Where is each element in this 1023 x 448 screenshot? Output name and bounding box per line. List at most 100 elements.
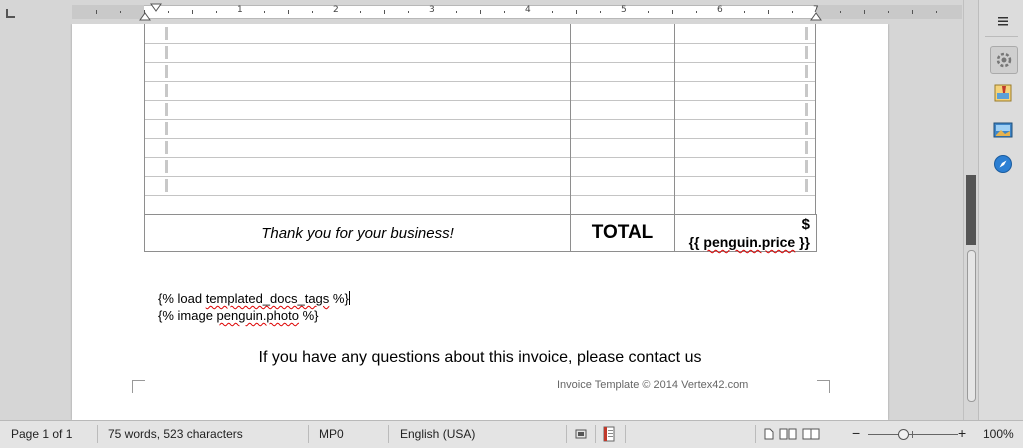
- ruler-tick: [888, 11, 889, 13]
- ruler-tick: [264, 11, 265, 13]
- word-count[interactable]: 75 words, 523 characters: [108, 427, 243, 441]
- table-row[interactable]: [144, 24, 816, 44]
- total-price-cell[interactable]: $ {{ penguin.price }}: [675, 215, 815, 251]
- ruler-tick: [864, 10, 865, 14]
- table-row[interactable]: [144, 138, 816, 158]
- price-placeholder: {{ penguin.price }}: [689, 234, 810, 250]
- status-bar: Page 1 of 1 75 words, 523 characters MP0…: [0, 420, 1023, 448]
- ruler-tick: [312, 11, 313, 13]
- cell-marker: [165, 46, 168, 59]
- ruler-tick: [648, 11, 649, 13]
- ruler-tick: [936, 11, 937, 13]
- cell-marker: [805, 65, 808, 78]
- ruler-tick: [792, 11, 793, 13]
- ruler-tick: [600, 11, 601, 13]
- table-row[interactable]: [144, 81, 816, 101]
- selection-mode-icon[interactable]: [575, 428, 589, 443]
- ruler-tick: [912, 10, 913, 14]
- cell-marker: [805, 103, 808, 116]
- cell-marker: [165, 122, 168, 135]
- navigator-icon[interactable]: [990, 151, 1016, 177]
- cell-marker: [165, 141, 168, 154]
- price-variable: penguin.price: [703, 234, 796, 250]
- table-row[interactable]: [144, 176, 816, 196]
- single-page-view-icon[interactable]: [764, 428, 774, 443]
- ruler-number: 4: [525, 5, 531, 15]
- document-page[interactable]: Thank you for your business! TOTAL $ {{ …: [72, 24, 888, 420]
- table-row[interactable]: [144, 43, 816, 63]
- ruler-tick: [504, 11, 505, 13]
- first-line-indent-marker[interactable]: [150, 3, 162, 13]
- properties-icon[interactable]: [990, 46, 1018, 74]
- table-border-left: [144, 24, 145, 214]
- status-separator: [97, 425, 98, 443]
- cell-marker: [805, 84, 808, 97]
- scrollbar-marker[interactable]: [966, 175, 976, 245]
- cell-marker: [165, 84, 168, 97]
- price-suffix: }}: [795, 234, 810, 250]
- document-workspace[interactable]: Thank you for your business! TOTAL $ {{ …: [0, 24, 963, 420]
- ruler-right-margin: [816, 5, 962, 19]
- cell-marker: [805, 27, 808, 40]
- status-separator: [595, 425, 596, 443]
- footer-margin-corner-right: [817, 380, 830, 393]
- tag-load-close: %}: [329, 291, 349, 306]
- cell-marker: [805, 179, 808, 192]
- tag-image-open: {% image: [158, 308, 217, 323]
- ruler-tick: [672, 10, 673, 14]
- ruler-tick: [360, 11, 361, 13]
- sidebar-divider: [985, 36, 1018, 37]
- zoom-in-button[interactable]: +: [958, 425, 966, 441]
- ruler-number: 3: [429, 5, 435, 15]
- contact-text[interactable]: If you have any questions about this inv…: [72, 349, 888, 367]
- footer-credit[interactable]: Invoice Template © 2014 Vertex42.com: [557, 379, 748, 391]
- template-tag-load[interactable]: {% load templated_docs_tags %}: [158, 291, 350, 306]
- ruler-tick: [192, 10, 193, 14]
- scrollbar-thumb[interactable]: [967, 250, 976, 402]
- book-view-icon[interactable]: [802, 428, 820, 443]
- ruler-tick: [96, 10, 97, 14]
- horizontal-ruler[interactable]: 1234567: [0, 0, 963, 24]
- total-row[interactable]: Thank you for your business! TOTAL $ {{ …: [144, 214, 817, 252]
- ruler-tick: [216, 11, 217, 13]
- ruler-tick: [408, 11, 409, 13]
- ruler-tick: [768, 10, 769, 14]
- zoom-level[interactable]: 100%: [983, 427, 1014, 441]
- tab-stop-selector[interactable]: [6, 9, 15, 18]
- tag-load-open: {% load: [158, 291, 206, 306]
- gallery-icon[interactable]: [990, 117, 1016, 143]
- zoom-slider-track[interactable]: [868, 434, 958, 435]
- right-indent-marker[interactable]: [810, 12, 822, 22]
- total-label-cell[interactable]: TOTAL: [571, 215, 674, 251]
- vertical-scrollbar[interactable]: [963, 0, 978, 420]
- table-row[interactable]: [144, 62, 816, 82]
- currency-symbol: $: [801, 216, 810, 233]
- zoom-slider-handle[interactable]: [898, 429, 909, 440]
- tag-image-close: %}: [298, 308, 319, 323]
- page-style[interactable]: MP0: [319, 427, 344, 441]
- cell-marker: [165, 160, 168, 173]
- sidebar-deck[interactable]: [978, 0, 1023, 420]
- price-prefix: {{: [688, 234, 704, 250]
- table-row[interactable]: [144, 157, 816, 177]
- template-tag-image[interactable]: {% image penguin.photo %}: [158, 308, 318, 323]
- language[interactable]: English (USA): [400, 427, 475, 441]
- ruler-tick: [840, 11, 841, 13]
- cell-marker: [805, 141, 808, 154]
- tag-load-library: templated_docs_tags: [205, 291, 330, 306]
- document-modified-icon[interactable]: [603, 426, 615, 445]
- table-row[interactable]: [144, 119, 816, 139]
- cell-marker: [805, 122, 808, 135]
- status-separator: [625, 425, 626, 443]
- menu-icon[interactable]: [990, 8, 1016, 34]
- multi-page-view-icon[interactable]: [779, 428, 797, 443]
- left-indent-marker[interactable]: [139, 12, 151, 22]
- page-count[interactable]: Page 1 of 1: [11, 427, 72, 441]
- thanks-cell[interactable]: Thank you for your business!: [145, 215, 570, 251]
- styles-icon[interactable]: [990, 80, 1016, 106]
- ruler-tick: [576, 10, 577, 14]
- table-row[interactable]: [144, 100, 816, 120]
- zoom-out-button[interactable]: −: [852, 425, 860, 441]
- status-separator: [755, 425, 756, 443]
- cell-marker: [165, 103, 168, 116]
